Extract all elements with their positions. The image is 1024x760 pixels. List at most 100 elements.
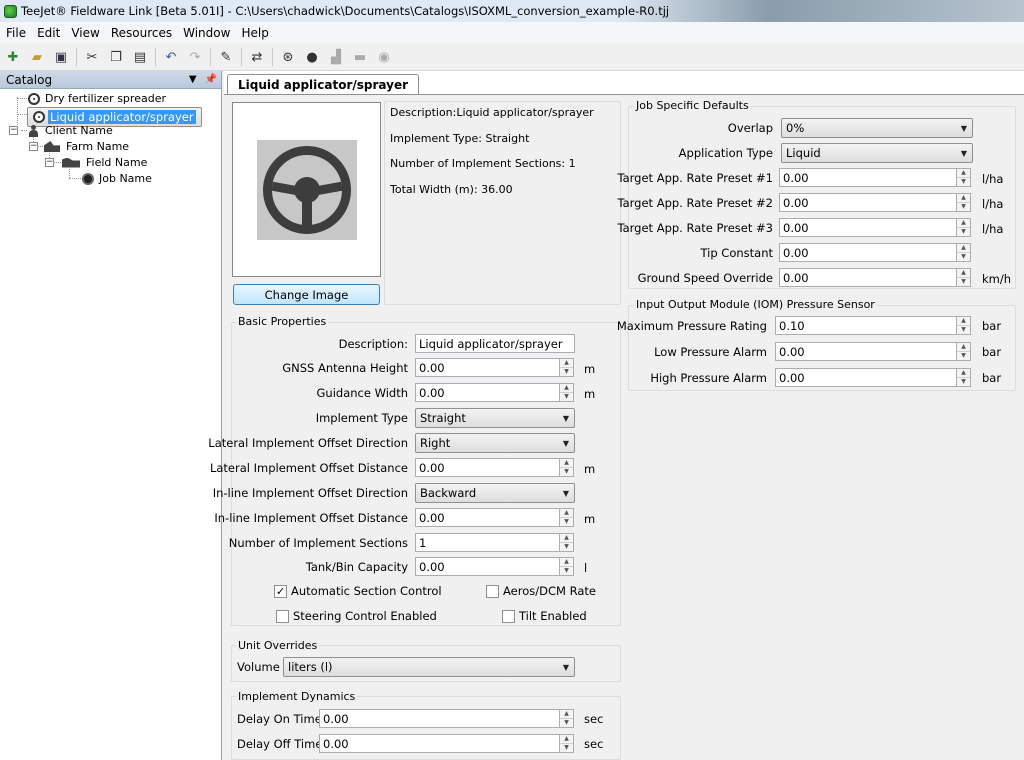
- tab-liquid-applicator-sprayer[interactable]: Liquid applicator/sprayer: [227, 74, 420, 94]
- preset-3-spinner[interactable]: ▲ ▼: [957, 218, 971, 237]
- tree-line: [53, 162, 61, 163]
- spin-down-icon: ▼: [564, 744, 569, 751]
- lateral-offset-direction-select[interactable]: Right ▼: [415, 433, 575, 453]
- chevron-down-icon: ▼: [562, 488, 569, 498]
- toolbar: ✚ ▰ ▣ ✂ ❐ ▤ ↶ ↷ ✎ ⇄ ⊛ ● ▟ ▬ ◉: [0, 44, 1024, 71]
- guidance-spinner[interactable]: ▲ ▼: [560, 383, 574, 402]
- document-area: Liquid applicator/sprayer Change Image D…: [208, 71, 1024, 760]
- open-icon[interactable]: ▰: [27, 47, 47, 67]
- change-image-button[interactable]: Change Image: [233, 284, 380, 305]
- catalog-header: Catalog ▼ 📌: [0, 71, 221, 89]
- low-pressure-spinner[interactable]: ▲ ▼: [957, 342, 971, 361]
- menu-help[interactable]: Help: [235, 26, 273, 40]
- preset-1-spinner[interactable]: ▲ ▼: [957, 168, 971, 187]
- lateral-distance-spinner[interactable]: ▲ ▼: [560, 458, 574, 477]
- tank-capacity-field[interactable]: 0.00: [415, 557, 560, 576]
- inline-offset-direction-label: In-line Implement Offset Direction: [212, 486, 408, 500]
- preset-1-field[interactable]: 0.00: [779, 168, 957, 187]
- pin-icon[interactable]: 📌: [205, 74, 217, 85]
- client-icon[interactable]: ●: [302, 47, 322, 67]
- menu-file[interactable]: File: [0, 26, 31, 40]
- summary-implement-type: Implement Type: Straight: [390, 132, 530, 145]
- sections-spinner[interactable]: ▲ ▼: [560, 533, 574, 552]
- gnss-unit: m: [584, 362, 596, 376]
- tree-item-dry-fertilizer-spreader[interactable]: Dry fertilizer spreader: [27, 91, 168, 106]
- menu-resources[interactable]: Resources: [105, 26, 177, 40]
- spin-up-icon: ▲: [957, 169, 970, 178]
- ground-speed-spinner[interactable]: ▲ ▼: [957, 268, 971, 287]
- tree-item-farm-name[interactable]: Farm Name: [43, 139, 131, 154]
- tree-line: [69, 169, 70, 178]
- tree-item-client-name[interactable]: Client Name: [27, 123, 115, 138]
- application-type-select[interactable]: Liquid ▼: [781, 143, 973, 163]
- ground-speed-override-field[interactable]: 0.00: [779, 268, 957, 287]
- transfer-icon[interactable]: ⇄: [247, 47, 267, 67]
- implement-icon[interactable]: ⊛: [278, 47, 298, 67]
- tilt-enabled-checkbox[interactable]: Tilt Enabled: [502, 609, 587, 623]
- spin-down-icon: ▼: [961, 378, 966, 385]
- delay-off-field[interactable]: 0.00: [319, 734, 560, 753]
- spin-down-icon: ▼: [961, 352, 966, 359]
- tip-constant-field[interactable]: 0.00: [779, 243, 957, 262]
- preset-2-spinner[interactable]: ▲ ▼: [957, 193, 971, 212]
- spin-down-icon: ▼: [564, 468, 569, 475]
- menu-window[interactable]: Window: [177, 26, 235, 40]
- lateral-offset-distance-field[interactable]: 0.00: [415, 458, 560, 477]
- low-pressure-field[interactable]: 0.00: [775, 342, 957, 361]
- job-icon[interactable]: ◉: [374, 47, 394, 67]
- tree-item-job-name[interactable]: Job Name: [81, 171, 154, 186]
- guidance-width-field[interactable]: 0.00: [415, 383, 560, 402]
- volume-unit-select[interactable]: liters (l) ▼: [283, 657, 575, 677]
- tip-constant-spinner[interactable]: ▲ ▼: [957, 243, 971, 262]
- guidance-width-label: Guidance Width: [316, 386, 409, 400]
- copy-icon[interactable]: ❐: [106, 47, 126, 67]
- steering-control-checkbox[interactable]: Steering Control Enabled: [276, 609, 437, 623]
- preset-2-unit: l/ha: [982, 197, 1004, 211]
- implement-sections-field[interactable]: 1: [415, 533, 560, 552]
- low-pressure-unit: bar: [982, 345, 1002, 359]
- inline-offset-direction-select[interactable]: Backward ▼: [415, 483, 575, 503]
- inline-distance-spinner[interactable]: ▲ ▼: [560, 508, 574, 527]
- farm-icon[interactable]: ▟: [326, 47, 346, 67]
- implement-type-select[interactable]: Straight ▼: [415, 408, 575, 428]
- catalog-panel: Catalog ▼ 📌 − − − Dry fertilizer spreade…: [0, 71, 222, 760]
- max-pressure-spinner[interactable]: ▲ ▼: [957, 316, 971, 335]
- dropdown-icon[interactable]: ▼: [189, 74, 197, 85]
- max-pressure-field[interactable]: 0.10: [775, 316, 957, 335]
- overlap-select[interactable]: 0% ▼: [781, 118, 973, 138]
- description-field[interactable]: Liquid applicator/sprayer: [415, 334, 575, 353]
- gnss-antenna-height-field[interactable]: 0.00: [415, 358, 560, 377]
- collapse-icon[interactable]: −: [9, 126, 18, 135]
- inline-offset-distance-field[interactable]: 0.00: [415, 508, 560, 527]
- automatic-section-control-checkbox[interactable]: ✓ Automatic Section Control: [274, 584, 442, 598]
- implement-image: [257, 140, 357, 240]
- undo-icon[interactable]: ↶: [161, 47, 181, 67]
- menu-view[interactable]: View: [65, 26, 104, 40]
- new-icon[interactable]: ✚: [3, 47, 23, 67]
- preset-2-field[interactable]: 0.00: [779, 193, 957, 212]
- save-icon[interactable]: ▣: [51, 47, 71, 67]
- cut-icon[interactable]: ✂: [82, 47, 102, 67]
- description-label: Description:: [338, 337, 408, 351]
- edit-icon[interactable]: ✎: [216, 47, 236, 67]
- tank-spinner[interactable]: ▲ ▼: [560, 557, 574, 576]
- checkbox-checked-icon: ✓: [274, 584, 287, 598]
- high-pressure-field[interactable]: 0.00: [775, 368, 957, 387]
- gnss-spinner[interactable]: ▲ ▼: [560, 358, 574, 377]
- delay-off-spinner[interactable]: ▲ ▼: [560, 734, 574, 753]
- spin-down-icon: ▼: [961, 178, 966, 185]
- summary-description: Description:Liquid applicator/sprayer: [390, 106, 594, 119]
- redo-icon[interactable]: ↷: [185, 47, 205, 67]
- preset-3-field[interactable]: 0.00: [779, 218, 957, 237]
- spin-down-icon: ▼: [564, 543, 569, 550]
- paste-icon[interactable]: ▤: [130, 47, 150, 67]
- gnss-antenna-height-label: GNSS Antenna Height: [282, 361, 408, 375]
- delay-on-spinner[interactable]: ▲ ▼: [560, 709, 574, 728]
- inline-offset-distance-label: In-line Implement Offset Distance: [214, 511, 408, 525]
- menu-edit[interactable]: Edit: [31, 26, 65, 40]
- tree-item-field-name[interactable]: Field Name: [61, 155, 149, 170]
- high-pressure-spinner[interactable]: ▲ ▼: [957, 368, 971, 387]
- delay-on-field[interactable]: 0.00: [319, 709, 560, 728]
- field-icon[interactable]: ▬: [350, 47, 370, 67]
- aeros-dcm-rate-checkbox[interactable]: Aeros/DCM Rate: [486, 584, 596, 598]
